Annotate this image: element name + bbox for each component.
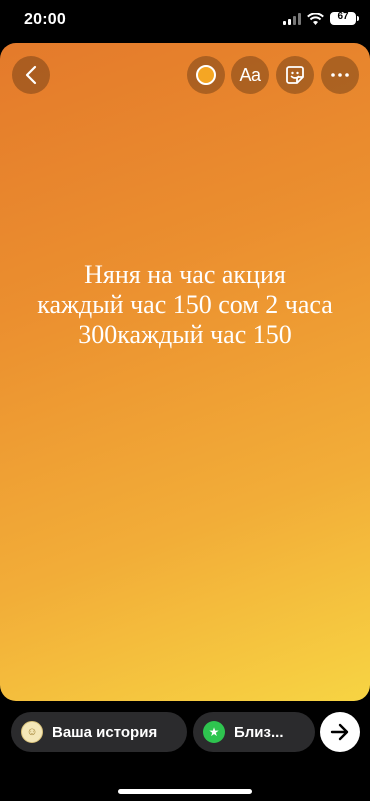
- story-text-line: Няня на час акция: [84, 260, 286, 289]
- more-icon: [331, 73, 349, 77]
- back-button[interactable]: [12, 56, 50, 94]
- star-icon: ★: [203, 721, 225, 743]
- color-picker-icon: [196, 65, 216, 85]
- send-button[interactable]: [320, 712, 360, 752]
- wifi-icon: [307, 12, 324, 25]
- avatar: ☺: [21, 721, 43, 743]
- text-tool-label: Aa: [239, 64, 261, 85]
- close-friends-button[interactable]: ★ Близ...: [193, 712, 315, 752]
- more-button[interactable]: [321, 56, 359, 94]
- story-text-line: 300каждый час 150: [78, 320, 292, 349]
- color-picker-button[interactable]: [187, 56, 225, 94]
- status-icons: 67: [283, 11, 359, 25]
- arrow-right-icon: [330, 723, 349, 741]
- story-text[interactable]: Няня на час акция каждый час 150 сом 2 ч…: [20, 260, 350, 350]
- sticker-icon: [286, 66, 304, 84]
- battery-icon: 67: [330, 11, 359, 25]
- story-text-line: каждый час 150 сом 2 часа: [37, 290, 333, 319]
- story-canvas[interactable]: Aa Няня на час акция каждый час 150 сом …: [0, 43, 370, 701]
- signal-icon: [283, 12, 301, 25]
- chevron-left-icon: [25, 65, 37, 85]
- sticker-button[interactable]: [276, 56, 314, 94]
- close-friends-label: Близ...: [234, 723, 284, 741]
- status-bar: 20:00 67: [0, 0, 370, 44]
- battery-level: 67: [337, 11, 349, 22]
- your-story-button[interactable]: ☺ Ваша история: [11, 712, 187, 752]
- text-tool-button[interactable]: Aa: [231, 56, 269, 94]
- share-bar: ☺ Ваша история ★ Близ...: [0, 701, 370, 801]
- home-indicator: [118, 789, 252, 794]
- your-story-label: Ваша история: [52, 723, 158, 741]
- status-time: 20:00: [24, 11, 66, 28]
